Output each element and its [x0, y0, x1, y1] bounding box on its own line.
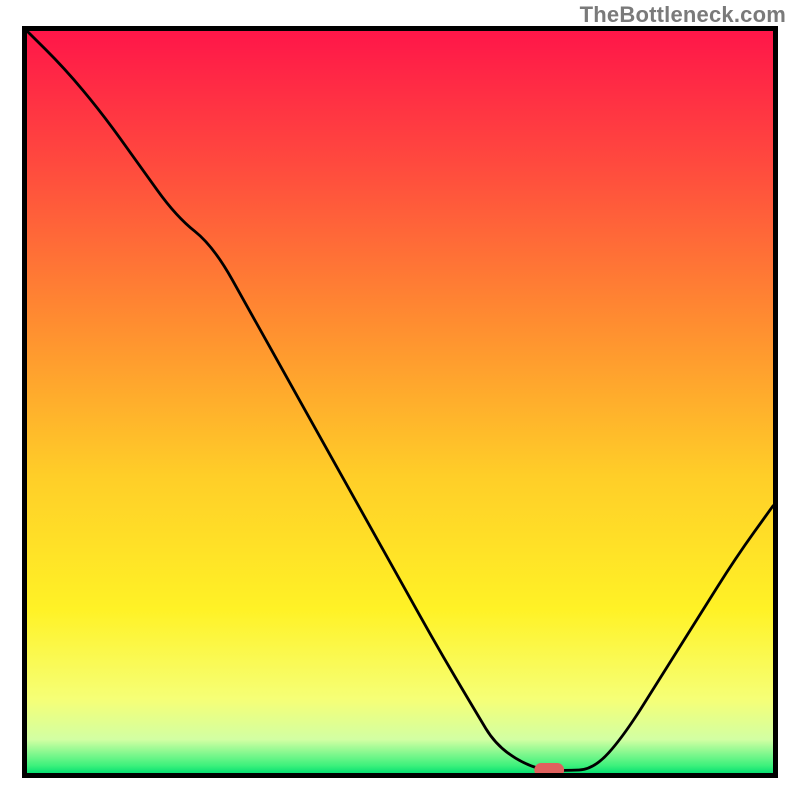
chart-stage: TheBottleneck.com — [0, 0, 800, 800]
optimal-marker — [534, 763, 564, 773]
watermark-text: TheBottleneck.com — [580, 2, 786, 28]
gradient-background — [27, 31, 773, 773]
plot-frame — [22, 26, 778, 778]
plot-svg — [27, 31, 773, 773]
plot-area — [27, 31, 773, 773]
